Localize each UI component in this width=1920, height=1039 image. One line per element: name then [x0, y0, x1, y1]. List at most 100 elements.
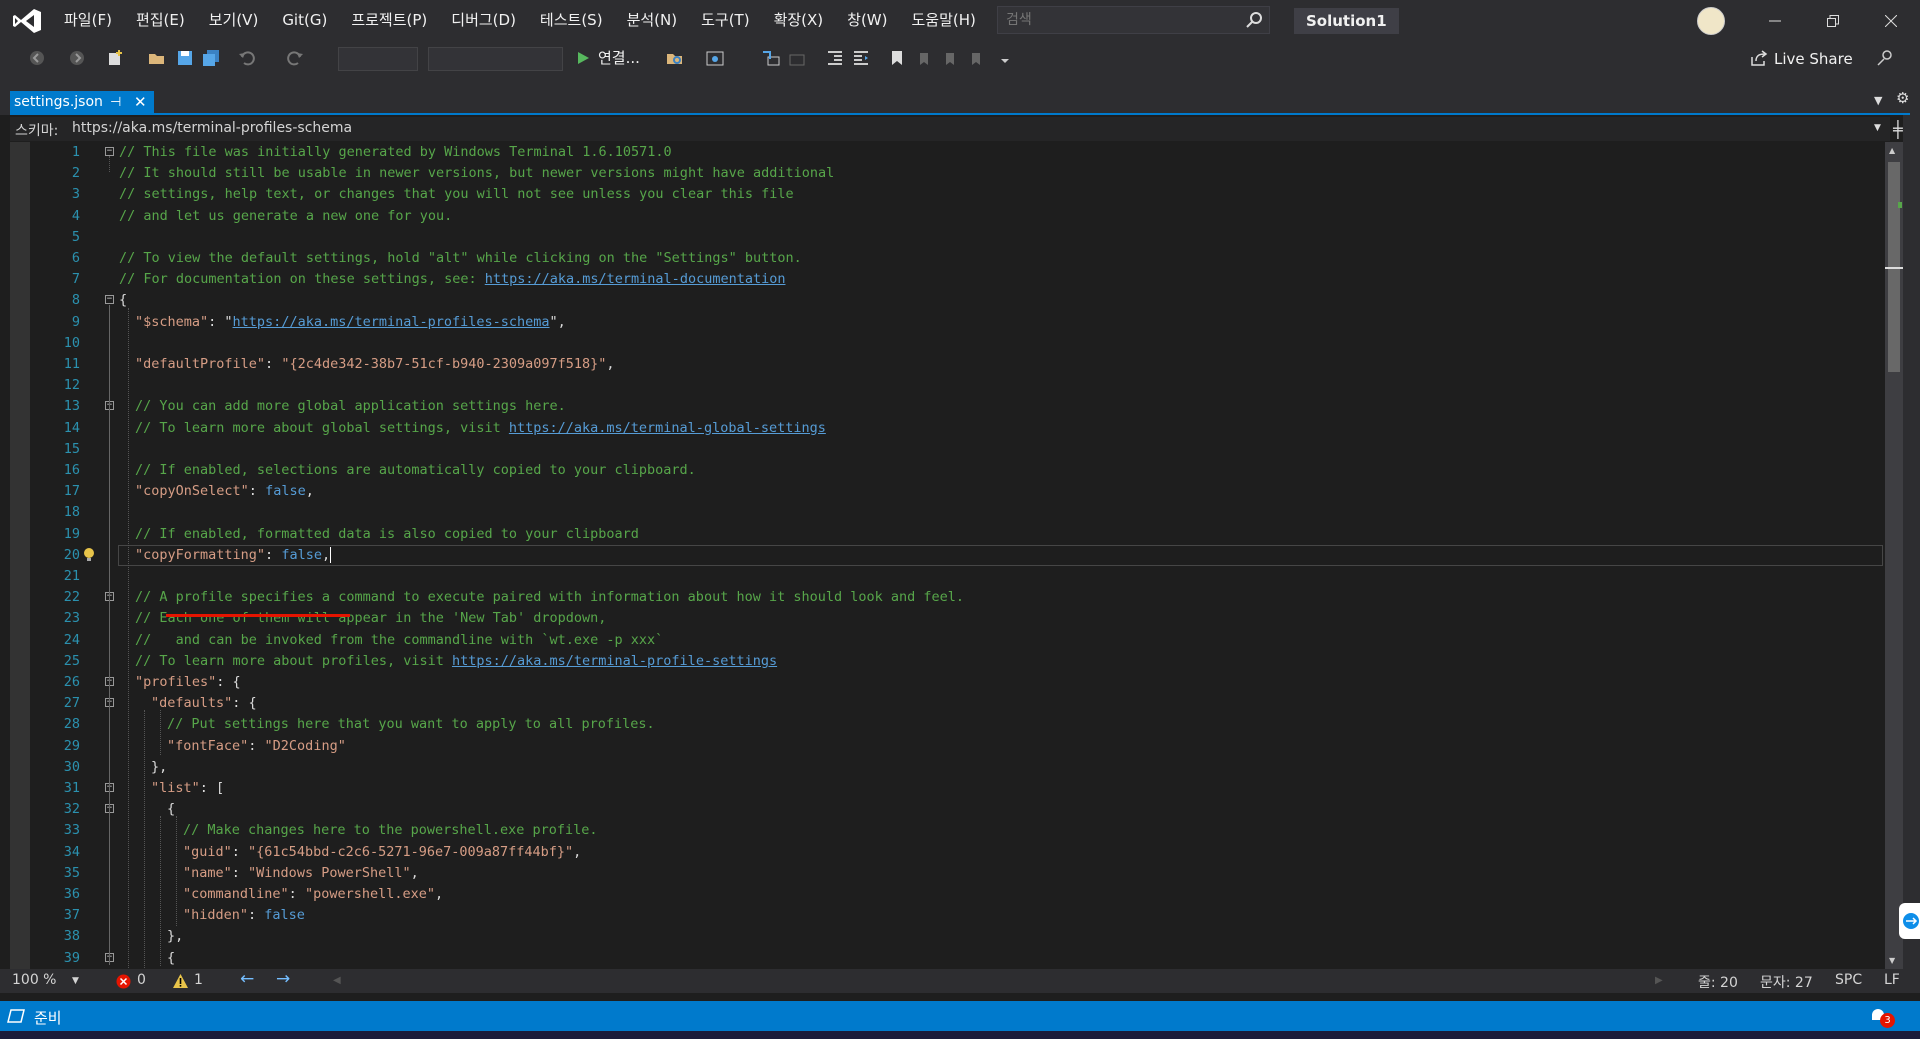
indent-icon[interactable]	[826, 49, 844, 67]
menu-item[interactable]: 분석(N)	[615, 0, 690, 41]
tab-settings-json[interactable]: settings.json ⊣ ✕	[10, 91, 154, 115]
scroll-down-icon[interactable]: ▼	[1889, 956, 1895, 965]
menu-item[interactable]: 도구(T)	[689, 0, 761, 41]
back-arrow-icon[interactable]	[28, 49, 46, 67]
step-into-icon[interactable]	[762, 49, 780, 67]
indent-guide	[128, 308, 129, 968]
code-editor[interactable]: 1 − // This file was initially generated…	[10, 142, 1885, 969]
navigate-back-icon[interactable]: ←	[240, 969, 254, 989]
feedback-icon[interactable]	[1876, 49, 1894, 67]
code-line: 8 − {	[10, 290, 1885, 311]
save-icon[interactable]	[176, 49, 194, 67]
menu-item[interactable]: 확장(X)	[762, 0, 836, 41]
char-indicator[interactable]: 문자: 27	[1760, 972, 1813, 992]
forward-arrow-icon[interactable]	[68, 49, 86, 67]
menu-item[interactable]: Git(G)	[270, 0, 339, 41]
menu-item[interactable]: 보기(V)	[197, 0, 271, 41]
code-line: 14 // To learn more about global setting…	[10, 418, 1885, 439]
zoom-dropdown-icon[interactable]: ▼	[72, 976, 79, 986]
warning-count[interactable]: 1	[194, 972, 203, 988]
next-bookmark-icon[interactable]	[942, 49, 960, 67]
error-count[interactable]: 0	[137, 972, 146, 988]
vertical-scrollbar[interactable]: ▲ ▼	[1885, 142, 1903, 969]
code-line: 21	[10, 566, 1885, 587]
line-number: 8	[71, 292, 80, 309]
schema-dropdown-icon[interactable]: ▼	[1874, 123, 1881, 133]
prev-bookmark-icon[interactable]	[916, 49, 934, 67]
search-input[interactable]	[1006, 11, 1236, 29]
clear-bookmarks-icon[interactable]	[968, 49, 986, 67]
toolbar-overflow-icon[interactable]	[996, 49, 1014, 67]
schema-link[interactable]: https://aka.ms/terminal-profiles-schema	[233, 314, 550, 330]
close-button[interactable]	[1866, 0, 1916, 41]
run-button-label[interactable]: 연결...	[598, 47, 640, 68]
line-number: 9	[71, 313, 80, 330]
run-icon[interactable]	[574, 49, 592, 67]
menu-item[interactable]: 테스트(S)	[528, 0, 615, 41]
split-editor-icon[interactable]: ╪	[1893, 120, 1903, 139]
settings-gear-icon[interactable]: ⚙	[1896, 89, 1909, 107]
error-icon[interactable]	[116, 974, 131, 989]
hscroll-right-icon[interactable]: ▶	[1655, 975, 1663, 986]
navigate-forward-icon[interactable]: →	[276, 969, 290, 989]
whitespace-indicator[interactable]: SPC	[1835, 972, 1862, 988]
documentation-link[interactable]: https://aka.ms/terminal-documentation	[485, 271, 786, 287]
menu-item[interactable]: 파일(F)	[52, 0, 124, 41]
search-icon[interactable]	[1245, 11, 1263, 29]
schema-value[interactable]: https://aka.ms/terminal-profiles-schema	[72, 120, 352, 136]
code-text: {	[167, 949, 176, 966]
menu-item[interactable]: 도움말(H)	[900, 0, 988, 41]
scroll-up-icon[interactable]: ▲	[1889, 146, 1895, 155]
open-folder-icon[interactable]	[148, 49, 166, 67]
search-box[interactable]	[997, 6, 1270, 34]
annotation-underline	[166, 614, 350, 617]
profile-settings-link[interactable]: https://aka.ms/terminal-profile-settings	[452, 653, 777, 669]
hscroll-left-icon[interactable]: ◀	[333, 975, 341, 986]
global-settings-link[interactable]: https://aka.ms/terminal-global-settings	[509, 420, 826, 436]
teamviewer-widget[interactable]	[1899, 903, 1920, 939]
new-project-icon[interactable]	[106, 49, 124, 67]
menu-item[interactable]: 편집(E)	[124, 0, 197, 41]
avatar[interactable]	[1697, 7, 1725, 35]
menu-item[interactable]: 디버그(D)	[439, 0, 528, 41]
solution-config-select[interactable]	[338, 47, 418, 71]
code-line: 31 − "list": [	[10, 778, 1885, 799]
notification-badge[interactable]: 3	[1880, 1013, 1895, 1028]
line-number: 38	[63, 928, 80, 945]
line-indicator[interactable]: 줄: 20	[1698, 972, 1738, 992]
tab-close-icon[interactable]: ✕	[134, 93, 147, 111]
code-text: "defaults": {	[151, 695, 257, 712]
outdent-icon[interactable]	[852, 49, 870, 67]
menu-item[interactable]: 프로젝트(P)	[339, 0, 439, 41]
save-all-icon[interactable]	[202, 49, 220, 67]
code-line: 37 "hidden": false	[10, 905, 1885, 926]
line-number: 31	[63, 780, 80, 796]
line-ending-indicator[interactable]: LF	[1884, 972, 1900, 988]
zoom-select[interactable]: 100 %	[12, 972, 56, 988]
line-number: 22	[63, 589, 80, 606]
minimize-button[interactable]	[1750, 0, 1800, 41]
tab-dropdown-icon[interactable]: ▼	[1874, 94, 1882, 107]
step-over-icon[interactable]	[788, 49, 806, 67]
live-share-button[interactable]: Live Share	[1748, 47, 1853, 71]
warning-icon[interactable]	[172, 973, 189, 989]
restore-button[interactable]	[1808, 0, 1858, 41]
solution-name[interactable]: Solution1	[1294, 8, 1399, 34]
undo-icon[interactable]	[238, 49, 256, 67]
lightbulb-icon[interactable]	[82, 547, 96, 563]
code-line: 11 "defaultProfile": "{2c4de342-38b7-51c…	[10, 354, 1885, 375]
browser-icon[interactable]	[706, 49, 724, 67]
redo-icon[interactable]	[286, 49, 304, 67]
bookmark-icon[interactable]	[888, 49, 906, 67]
line-number: 21	[63, 568, 80, 584]
collapse-icon[interactable]: −	[105, 147, 114, 156]
schema-bar[interactable]: 스키마: https://aka.ms/terminal-profiles-sc…	[10, 117, 1890, 141]
line-number: 34	[63, 843, 80, 860]
collapse-icon[interactable]: −	[105, 295, 114, 305]
menu-item[interactable]: 창(W)	[835, 0, 899, 41]
pin-icon[interactable]: ⊣	[110, 95, 121, 110]
visual-studio-logo-icon[interactable]	[12, 8, 42, 34]
platform-select[interactable]	[428, 47, 563, 71]
line-number: 11	[63, 356, 80, 372]
folder-search-icon[interactable]	[666, 49, 684, 67]
